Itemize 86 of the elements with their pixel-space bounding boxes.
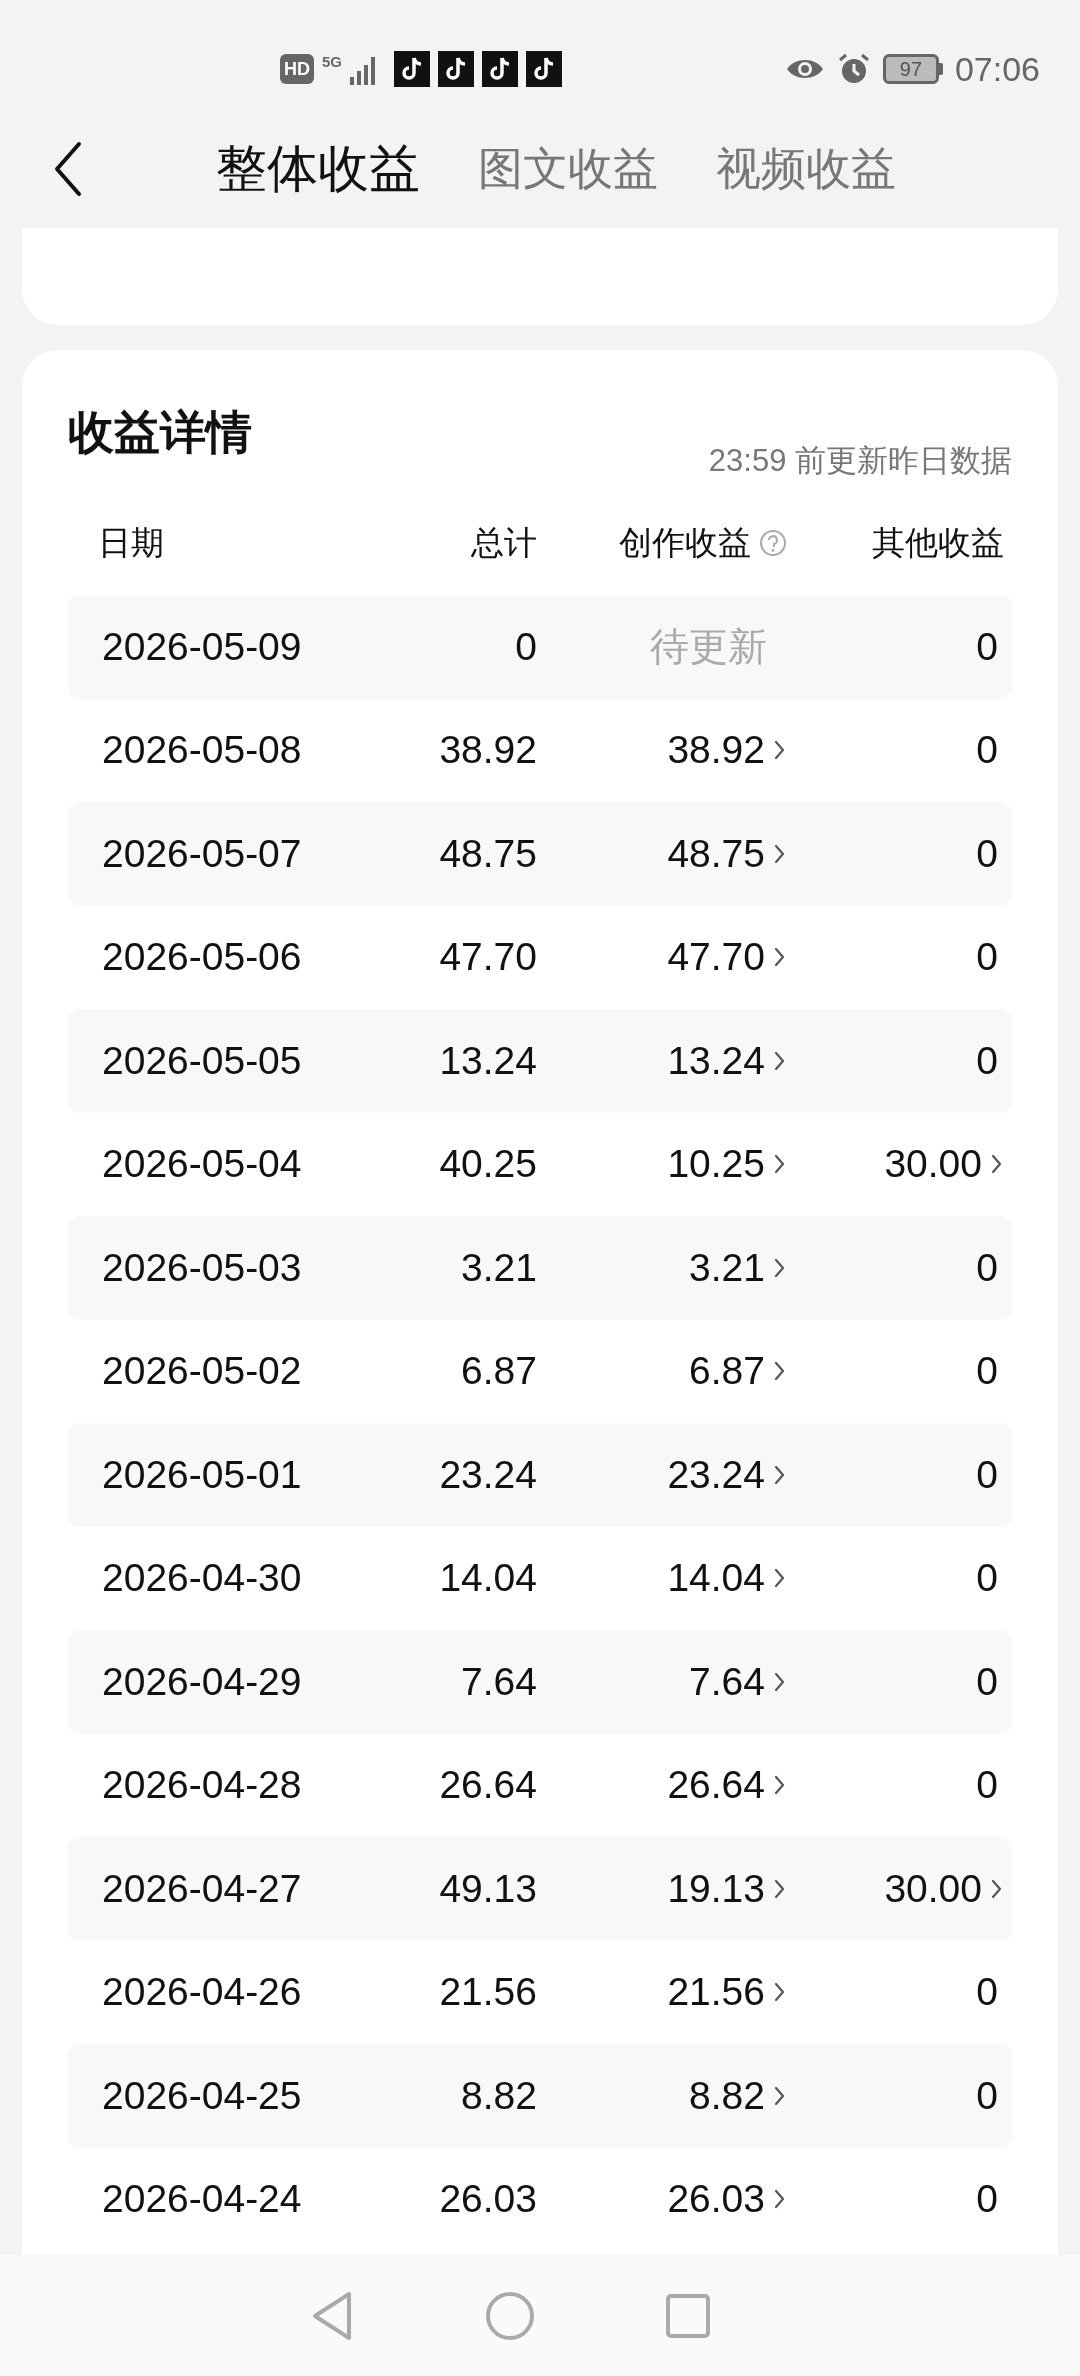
total-cell-text: 26.64 <box>438 1762 537 1808</box>
creation-cell-text: 待更新 <box>650 623 767 670</box>
date-cell-text: 2026-05-07 <box>101 830 303 877</box>
total-cell-text: 40.25 <box>438 1141 537 1187</box>
creation-cell[interactable]: 26.03 <box>667 2170 765 2229</box>
total-cell-text: 3.21 <box>460 1244 537 1291</box>
nav-recents-icon[interactable] <box>665 2292 711 2339</box>
date-cell-text: 2026-05-08 <box>101 727 303 773</box>
other-cell-text: 0 <box>976 2072 998 2119</box>
update-note: 23:59 前更新昨日数据 <box>708 442 1012 480</box>
total-cell-text: 49.13 <box>438 1865 537 1912</box>
tab[interactable]: 视频收益 <box>716 135 896 203</box>
date-cell-text: 2026-05-01 <box>101 1451 303 1498</box>
other-cell[interactable]: 30.00 <box>884 1859 982 1918</box>
creation-cell[interactable]: 8.82 <box>689 2066 765 2125</box>
app-notification-icon <box>526 51 562 87</box>
date-cell-text: 2026-05-05 <box>101 1037 303 1084</box>
date-cell-text: 2026-04-26 <box>101 1969 303 2015</box>
total-cell-text: 23.24 <box>438 1451 537 1498</box>
other-cell-text: 0 <box>976 1451 998 1498</box>
tab[interactable]: 整体收益 <box>216 130 420 208</box>
total-cell-text: 47.70 <box>438 934 537 980</box>
date-cell-text: 2026-05-06 <box>101 934 303 980</box>
other-cell-text: 0 <box>976 1555 998 1601</box>
column-header: 总计 <box>470 522 537 563</box>
creation-cell[interactable]: 7.64 <box>689 1652 765 1711</box>
app-notification-icon <box>438 51 474 87</box>
total-cell-text: 8.82 <box>460 2072 537 2119</box>
other-cell-text: 0 <box>976 934 998 980</box>
help-icon[interactable] <box>759 528 787 557</box>
other-cell-text: 0 <box>976 1762 998 1808</box>
app-notification-icon <box>482 51 518 87</box>
date-cell-text: 2026-05-02 <box>101 1348 303 1394</box>
alarm-icon <box>836 52 871 86</box>
total-cell-text: 14.04 <box>438 1555 537 1601</box>
network-label: 5G <box>322 52 342 72</box>
clock-time: 07:06 <box>954 48 1040 90</box>
other-cell-text: 0 <box>976 1348 998 1394</box>
creation-cell[interactable]: 47.70 <box>667 928 765 987</box>
section-title: 收益详情 <box>68 405 252 460</box>
creation-cell[interactable]: 3.21 <box>689 1238 765 1297</box>
creation-cell[interactable]: 10.25 <box>667 1135 765 1194</box>
creation-cell[interactable]: 23.24 <box>667 1445 765 1504</box>
date-cell-text: 2026-04-29 <box>101 1658 303 1705</box>
column-header: 创作收益 <box>619 522 751 563</box>
creation-cell[interactable]: 6.87 <box>689 1342 765 1401</box>
date-cell-text: 2026-04-28 <box>101 1762 303 1808</box>
date-cell-text: 2026-04-27 <box>101 1865 303 1912</box>
creation-cell[interactable]: 14.04 <box>667 1549 765 1608</box>
total-cell-text: 13.24 <box>438 1037 537 1084</box>
other-cell-text: 0 <box>976 623 998 670</box>
other-cell-text: 0 <box>976 727 998 773</box>
other-cell-text: 0 <box>976 1969 998 2015</box>
date-cell-text: 2026-05-09 <box>101 623 303 670</box>
nav-home-icon[interactable] <box>485 2290 535 2341</box>
total-cell-text: 0 <box>514 623 537 670</box>
column-header: 日期 <box>97 522 165 563</box>
date-cell-text: 2026-05-03 <box>101 1244 303 1291</box>
creation-cell[interactable]: 19.13 <box>667 1859 765 1918</box>
date-cell-text: 2026-05-04 <box>101 1141 303 1187</box>
date-cell-text: 2026-04-30 <box>101 1555 303 1601</box>
creation-cell[interactable]: 26.64 <box>667 1756 765 1815</box>
other-cell-text: 0 <box>976 1658 998 1705</box>
date-cell-text: 2026-04-25 <box>101 2072 303 2119</box>
total-cell-text: 48.75 <box>438 830 537 877</box>
other-cell-text: 0 <box>976 830 998 877</box>
other-cell[interactable]: 30.00 <box>884 1135 982 1194</box>
battery-level: 97 <box>882 54 939 84</box>
column-header: 其他收益 <box>871 522 1004 563</box>
other-cell-text: 0 <box>976 1037 998 1084</box>
other-cell-text: 0 <box>976 1244 998 1291</box>
creation-cell[interactable]: 38.92 <box>667 721 765 780</box>
tab[interactable]: 图文收益 <box>478 135 658 203</box>
total-cell-text: 7.64 <box>460 1658 537 1705</box>
total-cell-text: 21.56 <box>438 1969 537 2015</box>
date-cell-text: 2026-04-24 <box>101 2176 303 2222</box>
other-cell-text: 0 <box>976 2176 998 2222</box>
app-notification-icon <box>394 51 430 87</box>
total-cell-text: 26.03 <box>438 2176 537 2222</box>
total-cell-text: 6.87 <box>460 1348 537 1394</box>
creation-cell[interactable]: 48.75 <box>667 824 765 883</box>
creation-cell[interactable]: 13.24 <box>667 1031 765 1090</box>
back-icon <box>53 140 83 198</box>
total-cell-text: 38.92 <box>438 727 537 773</box>
hd-badge: HD <box>280 54 314 84</box>
creation-cell[interactable]: 21.56 <box>667 1963 765 2022</box>
